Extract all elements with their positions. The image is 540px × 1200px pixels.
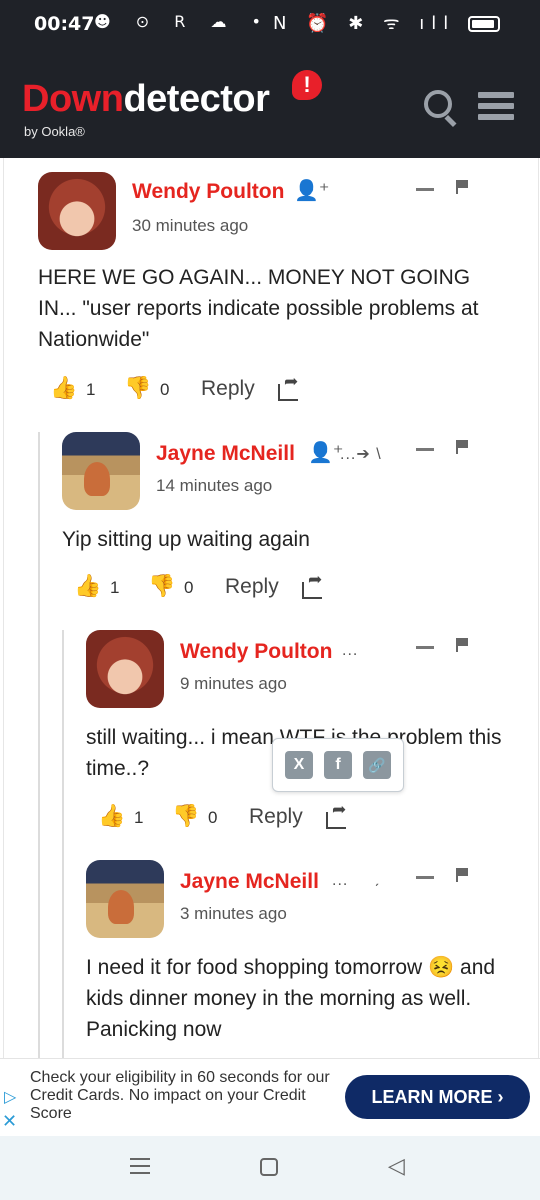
collapse-icon[interactable] [416,646,434,649]
search-icon[interactable] [424,90,452,118]
flag-icon[interactable] [456,180,469,194]
more-options[interactable]: ... [342,642,358,660]
home-icon[interactable] [260,1158,278,1176]
battery-icon [468,16,500,32]
more-options[interactable]: ... [332,872,348,890]
recents-icon[interactable] [130,1158,150,1176]
learn-more-button[interactable]: LEARN MORE › [345,1075,530,1119]
comment-time: 30 minutes ago [132,216,249,235]
logo-badge-icon: ! [292,70,322,100]
share-icon[interactable] [278,372,302,401]
flag-icon[interactable] [456,868,469,882]
flag-icon[interactable] [456,638,469,652]
system-status-icons: N ⏰ ✱ ᯤ ıll [272,13,456,34]
byline: by Ookla® [24,124,85,139]
avatar[interactable] [38,172,116,250]
thumbs-down-icon[interactable]: 👎 [148,574,175,599]
reply-to-indicator: ...➔ \ [340,446,382,463]
reply-button[interactable]: Reply [201,377,255,401]
ad-text: Check your eligibility in 60 seconds for… [30,1069,330,1122]
menu-icon[interactable] [478,92,514,120]
thumbs-up-icon[interactable]: 👍 [50,376,77,401]
logo-detector: detector [123,78,270,120]
collapse-icon[interactable] [416,448,434,451]
comment-author[interactable]: Jayne McNeill [156,442,295,466]
notification-icons: ☻ ⊙ R ☁ • [94,12,271,31]
system-icons: N ⏰ ✱ ᯤ ıll [273,11,500,35]
thumbs-up-icon[interactable]: 👍 [98,804,125,829]
adchoices-icon[interactable]: ▷ [4,1087,22,1106]
reply-button[interactable]: Reply [225,575,279,599]
dislike-count: 0 [184,578,194,597]
collapse-icon[interactable] [416,876,434,879]
thread-line [38,432,40,1058]
follow-user-icon[interactable]: 👤⁺ [294,178,329,203]
thread-line [62,630,64,1058]
share-icon[interactable] [326,800,350,829]
site-header: Downdetector ! by Ookla® [0,48,540,158]
link-share-icon[interactable]: 🔗 [363,751,391,779]
like-count: 1 [134,808,144,827]
comment-author[interactable]: Wendy Poulton [180,640,332,664]
avatar[interactable] [86,860,164,938]
comment-time: 9 minutes ago [180,674,287,693]
avatar[interactable] [62,432,140,510]
reply-to-indicator: ˏ [374,870,381,887]
back-icon[interactable]: ◁ [388,1154,405,1179]
reply-button[interactable]: Reply [249,805,303,829]
status-time: 00:47 [34,13,95,35]
facebook-share-icon[interactable]: f [324,751,352,779]
like-count: 1 [86,380,96,399]
thumbs-down-icon[interactable]: 👎 [172,804,199,829]
ad-banner[interactable]: ▷ ✕ Check your eligibility in 60 seconds… [0,1058,540,1136]
x-share-icon[interactable]: X [285,751,313,779]
comment-time: 3 minutes ago [180,904,287,923]
flag-icon[interactable] [456,440,469,454]
comment-author[interactable]: Jayne McNeill [180,870,319,894]
comment-author[interactable]: Wendy Poulton [132,180,284,204]
thumbs-down-icon[interactable]: 👎 [124,376,151,401]
comment-body: Yip sitting up waiting again [62,528,310,551]
share-icon[interactable] [302,570,326,599]
dislike-count: 0 [160,380,170,399]
thumbs-up-icon[interactable]: 👍 [74,574,101,599]
system-nav-bar: ◁ [0,1136,540,1200]
follow-user-icon[interactable]: 👤⁺ [308,440,343,465]
like-count: 1 [110,578,120,597]
collapse-icon[interactable] [416,188,434,191]
dislike-count: 0 [208,808,218,827]
close-icon[interactable]: ✕ [2,1111,22,1132]
share-popup: X f 🔗 [272,738,404,792]
downdetector-logo[interactable]: Downdetector [22,78,270,121]
comment-time: 14 minutes ago [156,476,273,495]
comments-section: Wendy Poulton 👤⁺ 30 minutes ago HERE WE … [0,158,540,1058]
comment-body: HERE WE GO AGAIN... MONEY NOT GOING IN..… [38,266,479,351]
comment-body: I need it for food shopping tomorrow 😣 a… [86,956,496,1041]
status-bar: 00:47 ☻ ⊙ R ☁ • N ⏰ ✱ ᯤ ıll [0,0,540,48]
logo-down: Down [22,78,124,120]
avatar[interactable] [86,630,164,708]
